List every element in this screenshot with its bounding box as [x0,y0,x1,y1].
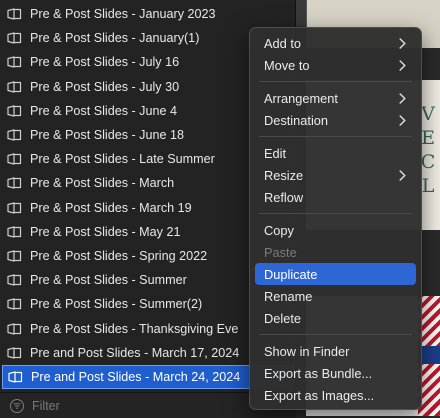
menu-item-label: Duplicate [264,266,318,282]
menu-item-label: Arrangement [264,90,338,106]
chevron-right-icon [396,92,408,104]
list-item-label: Pre & Post Slides - July 30 [30,79,180,94]
list-item-label: Pre & Post Slides - January(1) [30,31,200,46]
menu-separator [259,81,412,82]
menu-item-add-to[interactable]: Add to [255,32,416,54]
menu-item-label: Move to [264,57,310,73]
context-menu: Add to Move to Arrangement Destination Edit R… [249,27,422,410]
menu-item-label: Reflow [264,189,304,205]
presentation-doc-icon [6,201,22,215]
menu-item-paste: Paste [255,241,416,263]
chevron-right-icon [396,169,408,181]
list-item-label: Pre & Post Slides - January 2023 [30,7,216,22]
list-item-label: Pre & Post Slides - Thanksgiving Eve [30,321,239,336]
presentation-doc-icon [6,7,22,21]
list-item-label: Pre & Post Slides - July 16 [30,55,180,70]
menu-item-label: Export as Images... [264,387,375,403]
menu-item-resize[interactable]: Resize [255,164,416,186]
list-item[interactable]: Pre & Post Slides - January 2023 [0,2,296,26]
menu-item-destination[interactable]: Destination [255,109,416,131]
presentation-doc-icon [6,104,22,118]
menu-item-label: Export as Bundle... [264,365,373,381]
chevron-right-icon [396,114,408,126]
chevron-right-icon [396,37,408,49]
list-item-label: Pre & Post Slides - March 19 [30,200,192,215]
menu-item-duplicate[interactable]: Duplicate [255,263,416,285]
menu-item-export-as-bundle[interactable]: Export as Bundle... [255,362,416,384]
menu-separator [259,334,412,335]
menu-item-label: Rename [264,288,313,304]
menu-item-label: Delete [264,310,301,326]
list-item-label: Pre and Post Slides - March 24, 2024 [31,369,241,384]
presentation-doc-icon [6,273,22,287]
presentation-doc-icon [6,31,22,45]
menu-item-rename[interactable]: Rename [255,285,416,307]
menu-item-arrangement[interactable]: Arrangement [255,87,416,109]
presentation-doc-icon [6,152,22,166]
list-item-label: Pre & Post Slides - March [30,176,175,191]
menu-item-show-in-finder[interactable]: Show in Finder [255,340,416,362]
filter-input[interactable] [32,398,232,413]
presentation-doc-icon [6,249,22,263]
chevron-right-icon [396,59,408,71]
menu-item-label: Destination [264,112,329,128]
list-item-label: Pre & Post Slides - Spring 2022 [30,248,208,263]
menu-item-label: Paste [264,244,297,260]
menu-item-delete[interactable]: Delete [255,307,416,329]
menu-item-reflow[interactable]: Reflow [255,186,416,208]
list-item-label: Pre & Post Slides - Late Summer [30,152,215,167]
menu-item-move-to[interactable]: Move to [255,54,416,76]
menu-separator [259,136,412,137]
presentation-doc-icon [6,297,22,311]
menu-separator [259,213,412,214]
menu-item-export-as-images[interactable]: Export as Images... [255,384,416,406]
list-item-label: Pre & Post Slides - Summer(2) [30,297,203,312]
presentation-doc-icon [6,128,22,142]
list-item-label: Pre & Post Slides - May 21 [30,224,181,239]
list-item-label: Pre & Post Slides - Summer [30,273,187,288]
presentation-doc-icon [6,80,22,94]
list-item-label: Pre & Post Slides - June 4 [30,103,177,118]
menu-item-label: Resize [264,167,304,183]
presentation-doc-icon [6,225,22,239]
menu-item-label: Copy [264,222,294,238]
menu-item-edit[interactable]: Edit [255,142,416,164]
menu-item-copy[interactable]: Copy [255,219,416,241]
menu-item-label: Add to [264,35,301,51]
presentation-doc-icon [6,322,22,336]
list-item-label: Pre & Post Slides - June 18 [30,128,185,143]
list-item-label: Pre and Post Slides - March 17, 2024 [30,345,240,360]
presentation-doc-icon [7,370,23,384]
menu-item-label: Edit [264,145,287,161]
presentation-doc-icon [6,176,22,190]
filter-icon[interactable] [10,398,24,413]
presentation-doc-icon [6,346,22,360]
menu-item-label: Show in Finder [264,343,350,359]
presentation-doc-icon [6,55,22,69]
